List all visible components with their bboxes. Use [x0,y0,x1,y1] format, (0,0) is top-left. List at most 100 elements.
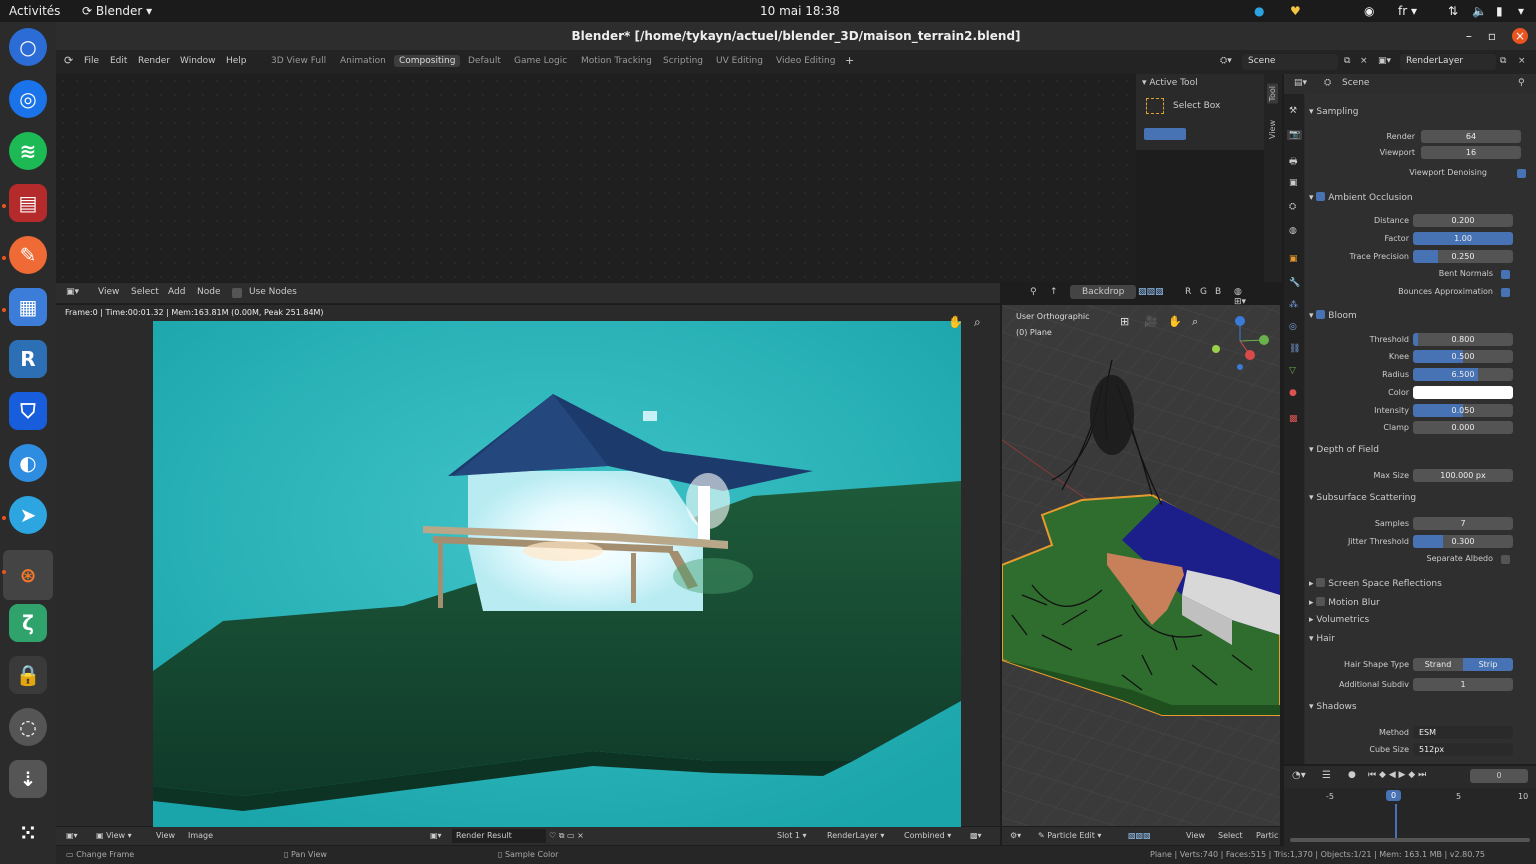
trace-precision-slider[interactable]: 0.250 [1413,250,1513,263]
backdrop-toggle[interactable]: Backdrop [1070,285,1137,299]
clock[interactable]: 10 mai 18:38 [760,4,840,18]
tab-motion-tracking[interactable]: Motion Tracking [576,55,657,67]
bloom-checkbox[interactable] [1316,310,1326,319]
volume-icon[interactable]: 🔈 [1472,4,1487,18]
spotify-icon[interactable]: ≋ [9,132,47,170]
editor-type-icon[interactable]: ⚙▾ [1010,831,1021,840]
parent-icon[interactable]: ↑ [1050,287,1058,297]
pin-icon[interactable]: ⚲ [1518,78,1525,88]
renderlayer-selector[interactable]: RenderLayer [1400,54,1496,70]
ao-panel-header[interactable]: ▾ Ambient Occlusion [1309,191,1413,203]
menu-particle[interactable]: Partic [1256,831,1278,840]
layer-remove-icon[interactable]: × [1518,56,1526,66]
slot-dropdown[interactable]: Slot 1 ▾ [777,831,807,840]
disk-icon[interactable]: ◌ [9,708,47,746]
network-icon[interactable]: ⇅ [1448,4,1458,18]
motion-blur-checkbox[interactable] [1316,597,1326,606]
sss-panel-header[interactable]: ▾ Subsurface Scattering [1309,493,1416,503]
menu-edit[interactable]: Edit [110,56,127,66]
clamp-field[interactable]: 0.000 [1413,421,1513,434]
editor-type-icon[interactable]: ▣▾ [66,831,78,840]
lock-app-icon[interactable]: 🔒 [9,656,47,694]
pencil-app-icon[interactable]: ✎ [9,236,47,274]
material-tab-icon[interactable]: ● [1289,388,1297,398]
scene-tab-icon[interactable]: ⛭ [1289,202,1296,212]
mode-dropdown[interactable]: ✎ Particle Edit ▾ [1038,831,1101,840]
grid-view-icon[interactable]: ⊞ [1120,315,1129,328]
signal-icon[interactable]: ○ [9,28,47,66]
viewport-denoising-checkbox[interactable] [1517,169,1526,178]
tray-icon[interactable]: ♥ [1290,4,1301,18]
volumetrics-panel-header[interactable]: ▸ Volumetrics [1309,615,1369,625]
playback-controls[interactable]: ⏮ ◆ ◀ ▶ ◆ ⏭ [1368,770,1426,780]
blender-app-menu[interactable]: ⟳ Blender ▾ [82,4,152,18]
intensity-slider[interactable]: 0.050 [1413,404,1513,417]
menu-view[interactable]: View [98,287,119,297]
telegram-icon[interactable]: ➤ [9,496,47,534]
node-editor-canvas[interactable] [56,74,1136,282]
viewport-samples-field[interactable]: 16 [1421,146,1521,159]
3d-viewport[interactable]: User Orthographic (0) Plane ⊞ 🎥 ✋ ⌕ [1002,305,1280,826]
bent-normals-checkbox[interactable] [1501,270,1510,279]
texture-tab-icon[interactable]: ▩ [1289,414,1298,424]
blender-icon[interactable]: ⊛ [3,550,53,600]
pin-icon[interactable]: ⚲ [1030,287,1037,297]
motion-blur-panel-header[interactable]: ▸ Motion Blur [1309,596,1380,608]
factor-slider[interactable]: 1.00 [1413,232,1513,245]
physics-tab-icon[interactable]: ◎ [1289,322,1297,332]
tab-compositing[interactable]: Compositing [394,55,461,67]
tray-status-icon[interactable]: ◉ [1364,4,1374,18]
pan-hand-icon[interactable]: ✋ [1168,315,1182,328]
scene-selector[interactable]: Scene [1242,54,1338,70]
select-mode-icons[interactable]: ▧▧▧ [1128,831,1151,840]
r-app-icon[interactable]: R [9,340,47,378]
bloom-panel-header[interactable]: ▾ Bloom [1309,309,1357,321]
bloom-color-swatch[interactable] [1413,386,1513,399]
world-tab-icon[interactable]: ◍ [1289,226,1297,236]
activities-button[interactable]: Activités [9,4,60,18]
zoom-icon[interactable]: ⌕ [974,315,981,330]
tab-animation[interactable]: Animation [335,55,391,67]
render-tab-icon[interactable]: 📷 [1287,130,1303,140]
active-tool-header[interactable]: ▾ Active Tool [1142,78,1198,88]
menu-select[interactable]: Select [131,287,159,297]
hair-strip-option[interactable]: Strip [1463,658,1513,671]
channel-r[interactable]: R [1185,287,1191,297]
telegram-tray-icon[interactable]: ● [1254,4,1264,18]
restore-button[interactable]: ▫ [1488,29,1496,43]
menu-icon[interactable]: ☰ [1322,770,1331,781]
sss-samples-field[interactable]: 7 [1413,517,1513,530]
channel-b[interactable]: B [1215,287,1221,297]
timeline-scrollbar[interactable] [1290,838,1530,842]
jitter-threshold-slider[interactable]: 0.300 [1413,535,1513,548]
cube-size-dropdown[interactable]: 512px [1413,743,1513,756]
usb-icon[interactable]: ⇣ [9,760,47,798]
camera-icon[interactable]: 🎥 [1144,315,1158,328]
zoom-icon[interactable]: ⌕ [1192,315,1198,329]
writer-icon[interactable]: ▦ [9,288,47,326]
image-name-field[interactable]: Render Result [452,829,546,843]
shadows-panel-header[interactable]: ▾ Shadows [1309,702,1357,712]
channel-g[interactable]: G [1200,287,1207,297]
record-icon[interactable]: ● [1348,770,1356,780]
image-editor-viewport[interactable]: Frame:0 | Time:00:01.32 | Mem:163.81M (0… [56,305,1000,827]
ssr-panel-header[interactable]: ▸ Screen Space Reflections [1309,577,1442,589]
constraints-tab-icon[interactable]: ⛓ [1289,344,1300,354]
image-browse-icon[interactable]: ▣▾ [430,831,442,840]
additional-subdiv-field[interactable]: 1 [1413,678,1513,691]
menu-select[interactable]: Select [1218,831,1243,840]
channel-icons[interactable]: ▧▧▧ [1138,287,1164,297]
tab-game-logic[interactable]: Game Logic [509,55,572,67]
sampling-panel-header[interactable]: ▾ Sampling [1309,107,1359,117]
layer-copy-icon[interactable]: ⧉ [1500,56,1506,66]
pass-dropdown[interactable]: Combined ▾ [904,831,951,840]
menu-add[interactable]: Add [168,287,185,297]
tab-scripting[interactable]: Scripting [658,55,708,67]
hair-strand-option[interactable]: Strand [1413,658,1463,671]
render-samples-field[interactable]: 64 [1421,130,1521,143]
playhead-line[interactable] [1395,804,1397,838]
view-layer-tab-icon[interactable]: ▣ [1289,178,1298,188]
display-channels-icon[interactable]: ▩▾ [970,831,982,840]
shadow-method-dropdown[interactable]: ESM [1413,726,1513,739]
image-actions-icons[interactable]: ♡ ⧉ ▭ × [549,831,584,841]
